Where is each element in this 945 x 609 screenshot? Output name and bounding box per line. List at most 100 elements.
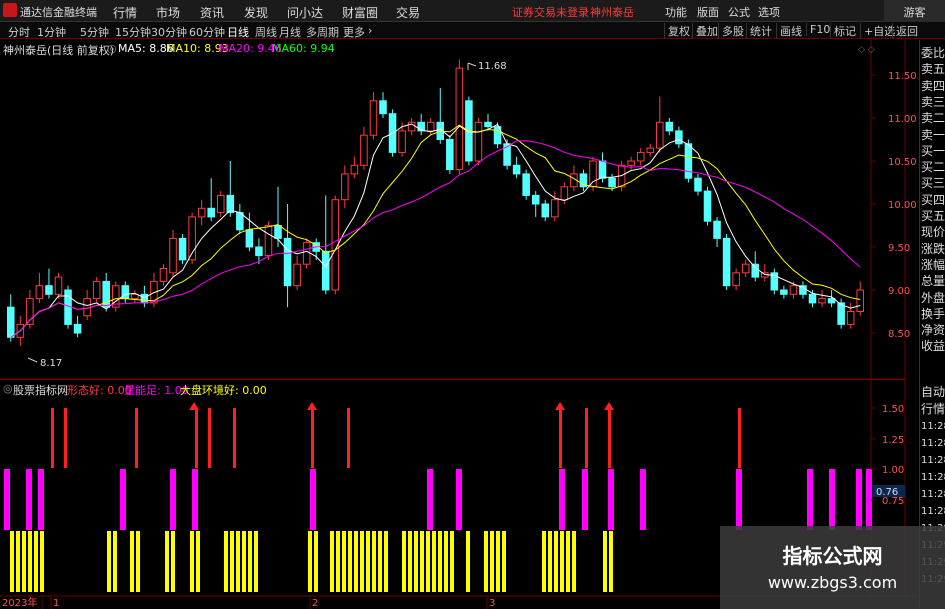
candle-body	[379, 100, 387, 115]
market-signal-bar	[554, 531, 558, 592]
indicator-tick: 1.25	[882, 435, 904, 446]
candle-body	[474, 121, 483, 162]
candle-body	[789, 285, 798, 295]
market-signal-bar	[366, 531, 370, 592]
market-signal-bar	[34, 531, 38, 592]
candle-body	[656, 121, 664, 149]
candle-body	[350, 164, 359, 175]
candle-body	[236, 212, 244, 231]
candle-body	[751, 263, 760, 278]
sell-signal-bar	[608, 408, 611, 468]
quote-field-label: 买三	[921, 176, 945, 191]
volume-signal-bar	[856, 469, 862, 530]
volume-signal-bar	[26, 469, 32, 530]
market-signal-bar	[330, 531, 334, 592]
market-signal-bar	[16, 531, 20, 592]
candle-body	[302, 242, 311, 265]
candle-body	[35, 285, 44, 300]
sell-signal-bar	[195, 408, 198, 468]
market-signal-bar	[496, 531, 500, 592]
candle-body	[675, 130, 683, 145]
quote-field-label: 现价	[921, 225, 945, 240]
ma5-line	[10, 123, 861, 338]
market-signal-bar	[438, 531, 442, 592]
candle-body	[159, 268, 168, 282]
date-label: 1	[53, 598, 59, 609]
min-price-label: 8.17	[40, 358, 62, 369]
candle-body	[541, 203, 550, 218]
volume-signal-bar	[736, 469, 742, 530]
market-signal-bar	[28, 531, 32, 592]
market-signal-bar	[444, 531, 448, 592]
quote-field-label: 卖一	[921, 127, 945, 142]
volume-signal-bar	[582, 469, 588, 530]
candle-body	[665, 121, 674, 132]
quote-field-label: 涨幅	[921, 257, 945, 272]
market-signal-bar	[490, 531, 494, 592]
arrow-up-icon	[604, 402, 614, 410]
candle-body	[207, 207, 215, 218]
indicator-tick: 1.50	[882, 404, 904, 415]
market-signal-bar	[372, 531, 376, 592]
quote-field-label: 卖二	[921, 111, 945, 126]
date-axis: 2023年 1 2 3	[2, 596, 495, 609]
market-signal-bar	[466, 531, 470, 592]
market-signal-bar	[408, 531, 412, 592]
market-signal-bar	[336, 531, 340, 592]
market-signal-bar	[171, 531, 175, 592]
candle-body	[455, 67, 464, 171]
price-tick: 11.00	[888, 114, 917, 125]
volume-signal-bar	[192, 469, 198, 530]
volume-signal-bar	[829, 469, 835, 530]
market-signal-bar	[414, 531, 418, 592]
sell-signal-bar	[585, 408, 588, 468]
market-signal-bar	[130, 531, 134, 592]
market-signal-bar	[165, 531, 169, 592]
chart-canvas[interactable]: 11.5011.0010.5010.009.509.008.50 11.68 8…	[0, 0, 919, 609]
candle-body	[369, 100, 378, 136]
market-signal-bar	[22, 531, 26, 592]
candle-body	[178, 237, 187, 261]
quote-field-label: 卖三	[921, 94, 945, 109]
candle-body	[121, 285, 130, 300]
quote-field-label: 收益	[921, 339, 945, 354]
candle-body	[73, 323, 82, 334]
volume-signal-bar	[427, 469, 433, 530]
price-tick: 9.50	[888, 243, 910, 254]
candle-body	[398, 130, 406, 153]
market-signal-bar	[542, 531, 546, 592]
candle-body	[216, 194, 225, 214]
indicator-current-value: 0.76	[876, 487, 898, 498]
quote-field-label: 涨跌	[921, 241, 945, 256]
market-signal-bar	[572, 531, 576, 592]
price-grid	[871, 74, 876, 334]
volume-signal-bar	[170, 469, 176, 530]
market-signal-bar	[230, 531, 234, 592]
moving-averages	[10, 123, 861, 338]
annotations: 11.68 8.17 ◇ ◇	[27, 45, 875, 369]
auto-quote-tab[interactable]: 自动	[921, 385, 945, 400]
tick-time: 11:28	[921, 506, 945, 517]
market-signal-bar	[136, 531, 140, 592]
volume-signal-bar	[456, 469, 462, 530]
candle-body	[274, 225, 282, 239]
volume-signal-bar	[4, 469, 10, 530]
diamond-icon[interactable]: ◇ ◇	[858, 45, 875, 55]
auto-quote-tab[interactable]: 行情	[921, 402, 945, 417]
candle-body	[7, 306, 15, 338]
watermark: 指标公式网 www.zbgs3.com	[720, 526, 945, 609]
market-signal-bar	[248, 531, 252, 592]
candle-body	[846, 311, 855, 325]
watermark-url: www.zbgs3.com	[767, 573, 898, 592]
market-signal-bar	[502, 531, 506, 592]
candle-body	[446, 139, 454, 171]
sell-signal-bar	[559, 408, 562, 468]
market-signal-bar	[566, 531, 570, 592]
quote-field-label: 总量	[921, 274, 945, 289]
volume-signal-bar	[559, 469, 565, 530]
candle-body	[713, 220, 721, 239]
candle-body	[551, 199, 559, 218]
tick-time: 11:28	[921, 438, 945, 449]
tick-time: 11:28	[921, 421, 945, 432]
ma20-line	[10, 140, 861, 338]
